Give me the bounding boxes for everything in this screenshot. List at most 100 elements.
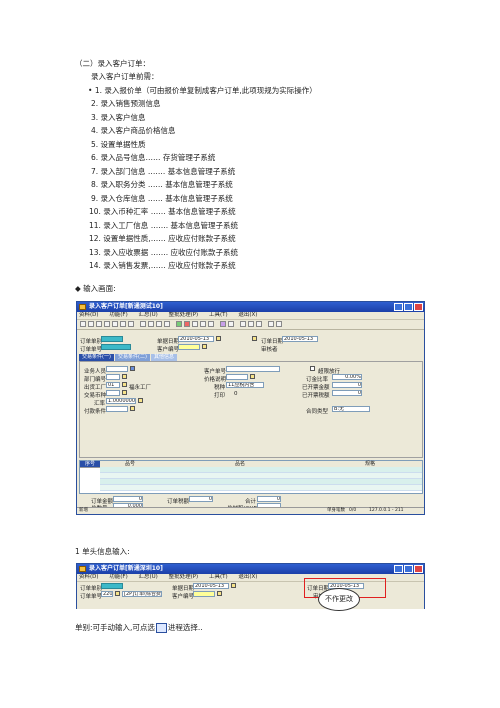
menu-data[interactable]: 资料(D) (77, 574, 99, 581)
deposit-field[interactable]: 0 (332, 382, 362, 388)
prev-record-icon[interactable] (148, 321, 154, 327)
order-no-label: 订单单号 (80, 347, 103, 353)
open-icon[interactable] (88, 321, 94, 327)
table-row[interactable] (100, 485, 422, 491)
exchange-field[interactable]: 1.0000000 (106, 398, 136, 404)
calendar-icon[interactable] (231, 583, 236, 588)
preview-icon[interactable] (112, 321, 118, 327)
menu-exit[interactable]: 退出(X) (236, 312, 257, 319)
receipt-field[interactable]: 0 (332, 390, 362, 396)
lookup-icon[interactable] (122, 374, 127, 379)
cancel-icon[interactable] (184, 321, 190, 327)
tab-trade-terms-2[interactable]: 交易条件(二) (115, 354, 150, 361)
grid-icon[interactable] (240, 321, 246, 327)
window-titlebar: 录入客户订单[新通测试10] (77, 302, 424, 312)
grid-col-seq[interactable]: 序号 (80, 461, 100, 467)
calc-icon[interactable] (268, 321, 274, 327)
input-date-field[interactable]: 2010-05-13 (282, 336, 318, 342)
save-icon[interactable] (96, 321, 102, 327)
lookup-icon[interactable] (130, 406, 135, 411)
delete-icon[interactable] (200, 321, 206, 327)
tax-select[interactable]: 11应税内含 (226, 382, 264, 388)
lookup-icon[interactable] (217, 591, 222, 596)
menu-function[interactable]: 功能(F) (107, 574, 127, 581)
steps-item: 11. 录入工厂信息 ……. 基本信息管理子系统 (89, 221, 238, 230)
payment-label: 付款条件 (84, 409, 107, 415)
person-icon[interactable] (130, 366, 135, 371)
customer-no-field[interactable] (178, 344, 200, 350)
order-rate-label: 订金比率 (306, 377, 329, 383)
currency-field[interactable] (106, 390, 120, 396)
steps-item: 3. 录入客户信息 (91, 113, 146, 122)
steps-item: 9. 录入仓库信息 …… 基本信息管理子系统 (91, 194, 233, 203)
refresh-icon[interactable] (256, 321, 262, 327)
price-desc-field[interactable] (226, 374, 248, 380)
menu-data[interactable]: 资料(D) (77, 312, 99, 319)
color-icon[interactable] (220, 321, 226, 327)
minimize-icon[interactable] (394, 303, 403, 311)
tab-trade-terms-1[interactable]: 交易条件(一) (79, 354, 114, 361)
close-icon[interactable] (414, 303, 423, 311)
maximize-icon[interactable] (404, 303, 413, 311)
dept-label: 部门编号 (84, 377, 107, 383)
order-no-desc: [2P]订单(综合费用) (122, 591, 162, 597)
dropdown-icon[interactable] (228, 321, 234, 327)
lookup-icon[interactable] (122, 390, 127, 395)
dept-field[interactable] (106, 374, 120, 380)
payment-field[interactable] (106, 406, 128, 412)
edit-icon[interactable] (192, 321, 198, 327)
window-icon[interactable] (248, 321, 254, 327)
overdue-checkbox[interactable] (310, 366, 315, 371)
menu-exit[interactable]: 退出(X) (236, 574, 257, 581)
tab-other-info[interactable]: 其他信息 (151, 354, 178, 361)
order-date-field[interactable]: 2010-05-13 (178, 336, 214, 342)
menu-tools[interactable]: 工具(T) (207, 574, 228, 581)
lookup-icon[interactable] (250, 374, 255, 379)
close-icon[interactable] (414, 565, 423, 573)
menu-summary[interactable]: 汇总(U) (137, 574, 158, 581)
minimize-icon[interactable] (394, 565, 403, 573)
salesperson-field[interactable] (106, 366, 128, 372)
approve-icon[interactable] (208, 321, 214, 327)
customer-order-field[interactable] (226, 366, 280, 372)
new-icon[interactable] (80, 321, 86, 327)
search-icon[interactable] (120, 321, 126, 327)
order-type-field[interactable] (101, 583, 123, 589)
menu-batch[interactable]: 整批处理(P) (167, 574, 199, 581)
menu-function[interactable]: 功能(F) (107, 312, 127, 319)
maximize-icon[interactable] (404, 565, 413, 573)
order-no-field[interactable] (101, 344, 131, 350)
receipt-label: 已开票税额 (302, 393, 330, 399)
steps-item: 7. 录入部门信息 ……. 基本信息管理子系统 (91, 167, 236, 176)
order-rate-field[interactable]: 0.00% (332, 374, 362, 380)
order-no-code[interactable]: 2201 (101, 591, 113, 597)
factory-field[interactable]: 01 (106, 382, 120, 388)
lookup-icon[interactable] (122, 382, 127, 387)
total-field: 0 (257, 496, 281, 502)
calendar-icon[interactable] (216, 336, 221, 341)
help-icon[interactable] (276, 321, 282, 327)
bullet-dot: • (88, 86, 95, 95)
confirm-icon[interactable] (176, 321, 182, 327)
steps-item: 4. 录入客户商品价格信息 (91, 126, 176, 135)
lookup-icon[interactable] (202, 344, 207, 349)
menu-tools[interactable]: 工具(T) (207, 312, 228, 319)
steps-item: 13. 录入应收票据 ……. 应收应付账款子系统 (89, 248, 238, 257)
last-record-icon[interactable] (164, 321, 170, 327)
calendar-icon[interactable] (252, 336, 257, 341)
contract-select[interactable]: B:无 (332, 406, 370, 412)
first-record-icon[interactable] (140, 321, 146, 327)
customer-no-field[interactable] (193, 591, 215, 597)
copy-icon[interactable] (128, 321, 134, 327)
deposit-label: 已开票金额 (302, 385, 330, 391)
menu-summary[interactable]: 汇总(U) (137, 312, 158, 319)
lookup-icon[interactable] (115, 591, 120, 596)
detail-grid[interactable]: 序号 品号 品名 规格 (79, 460, 423, 494)
menu-batch[interactable]: 整批处理(P) (167, 312, 199, 319)
print-icon[interactable] (104, 321, 110, 327)
order-type-field[interactable] (101, 336, 123, 342)
next-record-icon[interactable] (156, 321, 162, 327)
tab-strip: 交易条件(一) 交易条件(二) 其他信息 (79, 354, 419, 361)
calc-icon[interactable] (138, 398, 143, 403)
order-date-field[interactable]: 2010-05-13 (193, 583, 229, 589)
